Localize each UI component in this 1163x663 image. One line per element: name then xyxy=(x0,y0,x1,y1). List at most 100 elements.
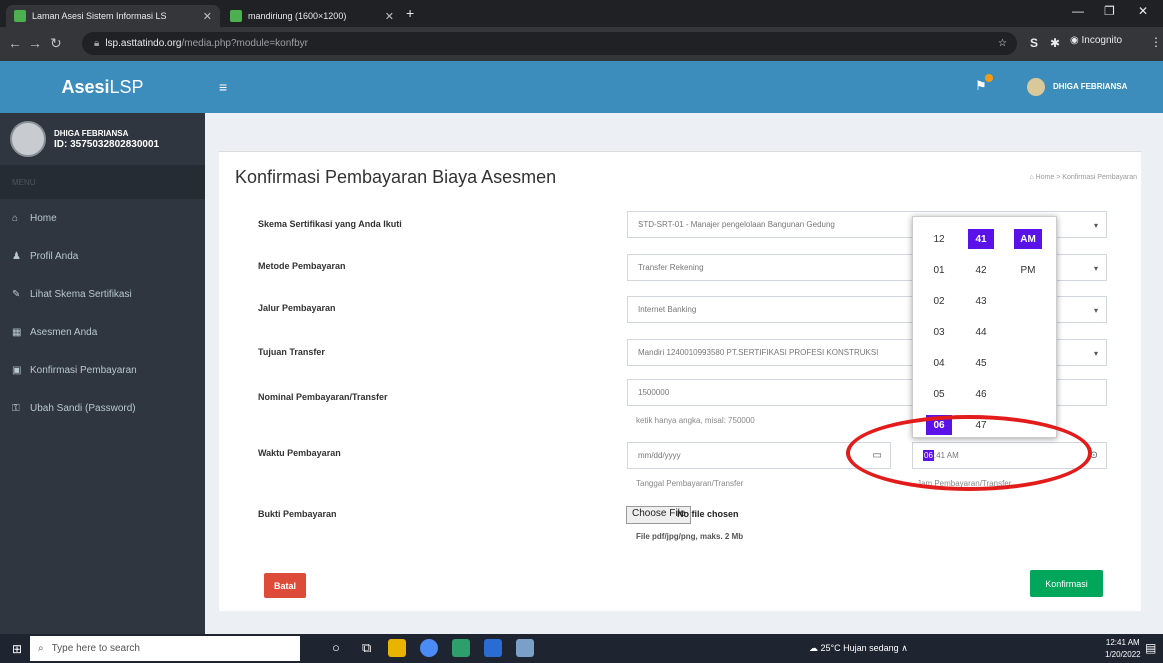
close-tab-icon[interactable]: ✕ xyxy=(203,10,212,23)
reload-icon[interactable]: ↻ xyxy=(50,35,62,52)
avatar xyxy=(10,121,46,157)
user-panel: DHIGA FEBRIANSA ID: 3575032802830001 xyxy=(0,113,205,165)
chevron-down-icon: ▾ xyxy=(1093,221,1098,230)
clock-time: 12:41 AM xyxy=(1105,638,1140,647)
clock-date: 1/20/2022 xyxy=(1105,650,1141,659)
sidebar-item-home[interactable]: ⌂ Home xyxy=(0,199,205,237)
minute-option-selected[interactable]: 41 xyxy=(968,229,994,249)
brand-rest: LSP xyxy=(109,76,144,97)
windows-start-icon[interactable]: ⊞ xyxy=(12,642,22,656)
close-tab-icon[interactable]: ✕ xyxy=(385,10,394,23)
sidebar-item-label: Asesmen Anda xyxy=(30,326,98,338)
incognito-label: Incognito xyxy=(1081,35,1123,46)
sidebar-item-asesmen[interactable]: ▦ Asesmen Anda xyxy=(0,313,205,351)
avatar[interactable] xyxy=(1027,78,1045,96)
edit-icon: ✎ xyxy=(12,288,21,300)
minute-option[interactable]: 44 xyxy=(968,322,994,342)
notifications-icon[interactable]: ▤ xyxy=(1145,641,1156,655)
sidebar-item-konfirmasi[interactable]: ▣ Konfirmasi Pembayaran xyxy=(0,351,205,389)
minute-option[interactable]: 46 xyxy=(968,384,994,404)
minute-option[interactable]: 42 xyxy=(968,260,994,280)
extension-icon[interactable]: S xyxy=(1030,36,1038,50)
cancel-button[interactable]: Batal xyxy=(264,573,306,598)
tab-title: mandiriung (1600×1200) xyxy=(248,11,347,21)
incognito-indicator[interactable]: ◉ Incognito xyxy=(1070,35,1122,46)
system-tray[interactable]: ☁ 25°C Hujan sedang ∧ xyxy=(809,643,908,654)
nav-header: MENU xyxy=(0,165,205,199)
app-header: ≡ ⚑ DHIGA FEBRIANSA xyxy=(205,61,1163,113)
sidebar-item-password[interactable]: ⚿ Ubah Sandi (Password) xyxy=(0,389,205,427)
hour-option[interactable]: 01 xyxy=(926,260,952,280)
confirm-button[interactable]: Konfirmasi xyxy=(1030,570,1103,597)
windows-taskbar: ⊞ ⌕ Type here to search ○ ⧉ ☁ 25°C Hujan… xyxy=(0,634,1163,663)
hour-option[interactable]: 03 xyxy=(926,322,952,342)
word-icon[interactable] xyxy=(484,639,502,657)
calendar-icon: ▦ xyxy=(12,326,22,338)
sidebar-item-label: Profil Anda xyxy=(30,250,79,262)
chrome-icon[interactable] xyxy=(420,639,438,657)
minimize-icon[interactable]: — xyxy=(1072,4,1084,18)
metode-value: Transfer Rekening xyxy=(638,263,704,272)
date-help: Tanggal Pembayaran/Transfer xyxy=(636,479,744,488)
tujuan-value: Mandiri 1240010993580 PT.SERTIFIKASI PRO… xyxy=(638,348,879,357)
menu-kebab-icon[interactable]: ⋮ xyxy=(1150,35,1162,49)
address-bar[interactable]: 🔒︎ lsp.asttatindo.org /media.php?module=… xyxy=(82,32,1017,55)
cortana-icon[interactable]: ○ xyxy=(332,640,340,655)
image-favicon-icon xyxy=(230,10,242,22)
hamburger-icon[interactable]: ≡ xyxy=(219,79,227,95)
ampm-option-selected[interactable]: AM xyxy=(1014,229,1042,249)
key-icon: ⚿ xyxy=(12,402,20,414)
sidebar-item-profil[interactable]: ♟ Profil Anda xyxy=(0,237,205,275)
breadcrumb[interactable]: ⌂ Home > Konfirmasi Pembayaran xyxy=(1029,174,1137,181)
sidebar-item-label: Konfirmasi Pembayaran xyxy=(30,364,137,376)
weather-text: 25°C Hujan sedang xyxy=(820,643,899,653)
skema-value: STD-SRT-01 - Manajer pengelolaan Banguna… xyxy=(638,220,835,229)
puzzle-icon[interactable]: ✱ xyxy=(1050,36,1060,50)
hour-option[interactable]: 02 xyxy=(926,291,952,311)
url-path: /media.php?module=konfbyr xyxy=(181,38,308,49)
app-icon[interactable] xyxy=(516,639,534,657)
close-window-icon[interactable]: ✕ xyxy=(1138,4,1148,18)
header-user-name[interactable]: DHIGA FEBRIANSA xyxy=(1053,82,1127,91)
tujuan-label: Tujuan Transfer xyxy=(258,347,325,357)
minute-option[interactable]: 45 xyxy=(968,353,994,373)
tab-laman-asesi[interactable]: Laman Asesi Sistem Informasi LS ✕ xyxy=(6,5,220,27)
annotation-ellipse xyxy=(846,415,1092,491)
hour-option[interactable]: 04 xyxy=(926,353,952,373)
taskbar-search[interactable]: ⌕ Type here to search xyxy=(30,636,300,661)
hour-option[interactable]: 05 xyxy=(926,384,952,404)
new-tab-button[interactable]: + xyxy=(406,5,414,21)
browser-toolbar: ← → ↻ 🔒︎ lsp.asttatindo.org /media.php?m… xyxy=(0,27,1163,61)
page-title: Konfirmasi Pembayaran Biaya Asesmen xyxy=(235,167,557,187)
date-placeholder: mm/dd/yyyy xyxy=(638,451,681,460)
site-favicon-icon xyxy=(14,10,26,22)
file-help: File pdf/jpg/png, maks. 2 Mb xyxy=(636,532,744,541)
hour-option[interactable]: 12 xyxy=(926,229,952,249)
brand-bold: Asesi xyxy=(61,76,110,97)
incognito-icon: ◉ xyxy=(1070,35,1079,46)
time-picker-dropdown: 12 01 02 03 04 05 06 41 42 43 44 45 46 4… xyxy=(912,216,1057,438)
brand-logo[interactable]: Asesi LSP xyxy=(0,61,205,113)
back-icon[interactable]: ← xyxy=(8,35,22,51)
forward-icon[interactable]: → xyxy=(28,35,42,51)
url-host: lsp.asttatindo.org xyxy=(105,38,182,49)
restore-icon[interactable]: ❐ xyxy=(1104,4,1115,18)
file-explorer-icon[interactable] xyxy=(388,639,406,657)
browser-tab-strip: Laman Asesi Sistem Informasi LS ✕ mandir… xyxy=(0,0,1163,27)
minute-option[interactable]: 43 xyxy=(968,291,994,311)
sidebar: Asesi LSP DHIGA FEBRIANSA ID: 3575032802… xyxy=(0,61,205,634)
tray-chevron-icon: ∧ xyxy=(901,643,908,653)
sidebar-item-skema[interactable]: ✎ Lihat Skema Sertifikasi xyxy=(0,275,205,313)
home-icon: ⌂ xyxy=(12,212,19,224)
tab-image[interactable]: mandiriung (1600×1200) ✕ xyxy=(222,5,402,27)
user-name: DHIGA FEBRIANSA xyxy=(54,129,129,138)
lock-icon: 🔒︎ xyxy=(94,38,100,49)
task-view-icon[interactable]: ⧉ xyxy=(362,640,371,656)
ampm-option[interactable]: PM xyxy=(1014,260,1042,280)
app-icon[interactable] xyxy=(452,639,470,657)
taskbar-clock[interactable]: 12:41 AM 1/20/2022 xyxy=(1105,637,1141,661)
chevron-down-icon: ▾ xyxy=(1093,264,1098,273)
jalur-label: Jalur Pembayaran xyxy=(258,303,336,313)
star-icon[interactable]: ☆ xyxy=(998,38,1007,49)
nominal-value: 1500000 xyxy=(638,388,670,397)
